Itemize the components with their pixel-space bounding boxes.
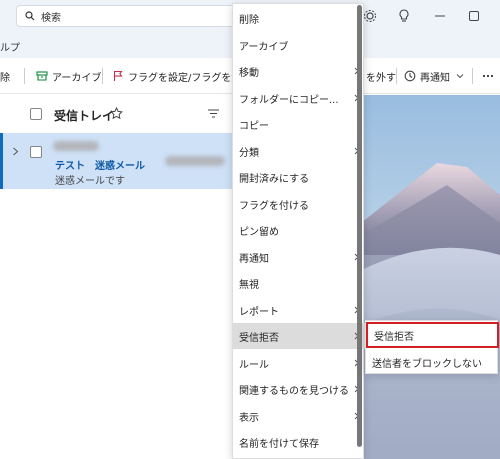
divider: [396, 68, 397, 84]
mail-list-item[interactable]: テスト 迷惑メール 迷惑メールです: [0, 133, 232, 189]
delete-label: 除: [0, 72, 10, 84]
menu-item-label: 受信拒否: [239, 332, 279, 344]
divider: [102, 68, 103, 84]
archive-icon: [36, 71, 48, 81]
mail-list-pane: 受信トレイ テスト 迷惑メール 迷惑メールです: [0, 95, 232, 459]
menu-item-label: 分類: [239, 147, 259, 159]
snooze-label: 再通知: [420, 72, 450, 84]
menu-item-find-related[interactable]: 関連するものを見つける: [233, 376, 365, 402]
more-icon: [482, 74, 494, 78]
filter-icon[interactable]: [208, 109, 219, 118]
divider: [472, 68, 473, 84]
submenu-item-unblock-sender[interactable]: 送信者をブロックしない: [366, 349, 499, 375]
menu-item-label: フォルダーにコピー...: [239, 94, 339, 106]
mail-preview: 迷惑メールです: [55, 176, 125, 187]
expand-chevron-icon[interactable]: [12, 147, 19, 156]
maximize-icon[interactable]: [466, 8, 482, 24]
menu-item-flag[interactable]: フラグを付ける: [233, 191, 365, 217]
mail-subject: テスト 迷惑メール: [55, 161, 145, 172]
menu-item-label: 表示: [239, 412, 259, 424]
menu-item-label: 開封済みにする: [239, 173, 310, 185]
menu-item-save-as[interactable]: 名前を付けて保存: [233, 429, 365, 455]
mail-list-header: 受信トレイ: [0, 95, 232, 133]
menu-item-move[interactable]: 移動: [233, 58, 365, 84]
menu-item-label: 移動: [239, 67, 259, 79]
menu-item-label: 再通知: [239, 253, 269, 265]
sender-name-blurred: [53, 141, 99, 151]
flag-button[interactable]: フラグを設定/フラグを解除: [112, 58, 251, 94]
menu-item-delete[interactable]: 削除: [233, 5, 365, 31]
menu-item-archive[interactable]: アーカイブ: [233, 32, 365, 58]
menu-item-report[interactable]: レポート: [233, 297, 365, 323]
search-box[interactable]: 検索: [16, 5, 244, 27]
favorite-star-icon[interactable]: [110, 107, 123, 120]
menu-item-ignore[interactable]: 無視: [233, 270, 365, 296]
context-menu-scrollbar[interactable]: [357, 5, 362, 447]
submenu-item-label: 受信拒否: [374, 331, 414, 343]
minimize-icon[interactable]: [432, 8, 448, 24]
menu-item-mark-read[interactable]: 開封済みにする: [233, 164, 365, 190]
unflag-label: を外す: [366, 72, 396, 84]
menu-item-copy-to-folder[interactable]: フォルダーにコピー...: [233, 85, 365, 111]
folder-title: 受信トレイ: [54, 109, 115, 123]
menu-item-label: ピン留め: [239, 226, 279, 238]
menu-item-label: コピー: [239, 120, 269, 132]
clock-icon: [404, 70, 416, 82]
more-options-button[interactable]: [482, 58, 498, 94]
block-submenu: 受信拒否 送信者をブロックしない: [365, 320, 499, 375]
menu-item-copy[interactable]: コピー: [233, 111, 365, 137]
context-menu: 削除 アーカイブ 移動 フォルダーにコピー... コピー 分類 開封済みにする …: [232, 3, 365, 459]
select-all-checkbox[interactable]: [30, 108, 42, 120]
menu-item-view[interactable]: 表示: [233, 403, 365, 429]
menu-item-label: 関連するものを見つける: [239, 385, 349, 397]
menu-item-label: レポート: [239, 306, 279, 318]
menu-item-label: アーカイブ: [239, 41, 289, 53]
tab-help[interactable]: ルプ: [0, 39, 20, 54]
divider: [24, 68, 25, 84]
menu-item-label: ルール: [239, 359, 269, 371]
menu-item-label: 無視: [239, 279, 259, 291]
snooze-button[interactable]: 再通知: [404, 58, 468, 94]
menu-item-categorize[interactable]: 分類: [233, 138, 365, 164]
menu-item-label: 名前を付けて保存: [239, 438, 319, 450]
flag-icon: [113, 70, 123, 81]
chevron-down-icon: [456, 74, 464, 79]
archive-label: アーカイブ: [52, 72, 102, 84]
menu-item-block[interactable]: 受信拒否: [233, 323, 365, 349]
menu-item-pin[interactable]: ピン留め: [233, 217, 365, 243]
search-placeholder: 検索: [41, 12, 61, 24]
menu-item-label: フラグを付ける: [239, 200, 309, 212]
unflag-button[interactable]: を外す: [366, 58, 396, 94]
archive-button[interactable]: アーカイブ: [36, 58, 101, 94]
mail-date-blurred: [165, 156, 225, 166]
menu-item-snooze[interactable]: 再通知: [233, 244, 365, 270]
lightbulb-icon[interactable]: [396, 8, 412, 24]
delete-button[interactable]: 除: [0, 58, 10, 94]
submenu-item-label: 送信者をブロックしない: [372, 358, 482, 370]
search-icon: [25, 11, 35, 21]
submenu-item-block-sender[interactable]: 受信拒否: [366, 322, 499, 348]
mail-checkbox[interactable]: [30, 146, 42, 158]
menu-item-rules[interactable]: ルール: [233, 350, 365, 376]
menu-item-label: 削除: [239, 14, 259, 26]
